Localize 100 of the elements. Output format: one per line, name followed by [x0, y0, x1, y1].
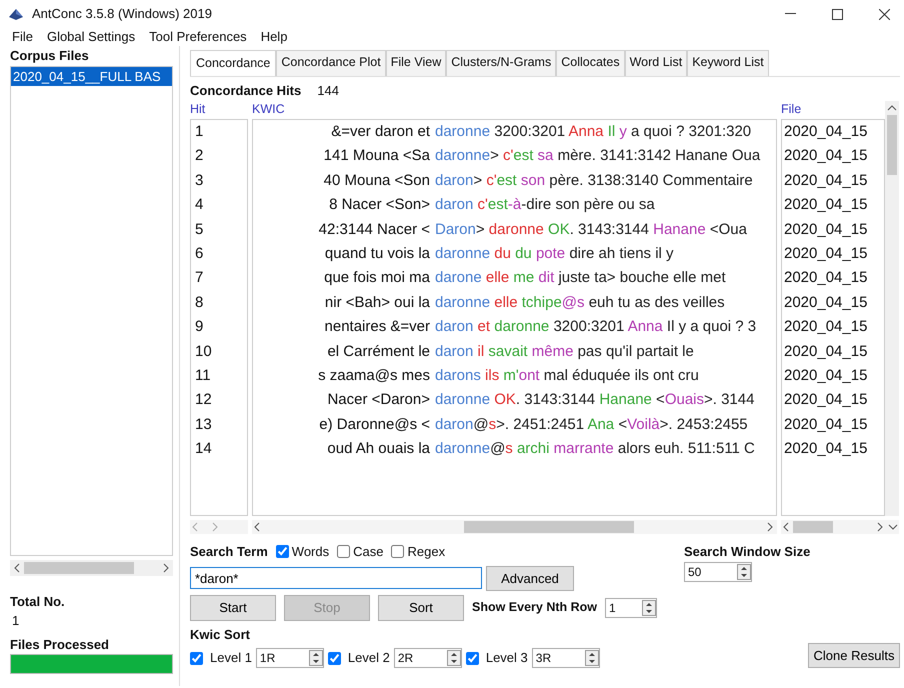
level-spinbox[interactable]: 2R [394, 648, 462, 668]
search-field[interactable]: *daron* [190, 567, 482, 590]
file-cell-text: 2020_04_15 [783, 170, 868, 191]
panel-title: Corpus Files [10, 47, 90, 65]
hit-number: 6 [194, 244, 204, 264]
scrollbar-thumb[interactable] [887, 115, 897, 175]
kwic-sort-label: Kwic Sort [190, 626, 251, 644]
kwic-line[interactable]: 141 Mouna <Sa daronne> c'est sa mère. 3141:3142 Hanane Oua [253, 144, 776, 169]
window-size-spinbox[interactable]: 50 [684, 562, 752, 582]
search-term-label: Search Term [190, 543, 268, 561]
file-cell-text: 2020_04_15 [783, 390, 868, 410]
menu-item[interactable]: File [12, 27, 33, 47]
kwic-line[interactable]: Nacer <Daron> daronne OK. 3143:3144 Hanane <Ouais>. 3144 [253, 388, 776, 413]
hit-number: 12 [194, 390, 213, 410]
menu-item[interactable]: Global Settings [46, 27, 136, 47]
action-button[interactable]: Start [190, 595, 276, 620]
minimize-icon[interactable] [785, 13, 796, 15]
hit-number: 11 [194, 366, 212, 386]
advanced-button[interactable]: Advanced [486, 566, 574, 591]
spinner-arrows-icon[interactable] [446, 650, 461, 666]
file-cell-text: 2020_04_15 [783, 414, 868, 435]
spinner-arrows-icon[interactable] [308, 650, 323, 666]
menu-item[interactable]: Help [260, 27, 288, 47]
maximize-icon[interactable] [832, 8, 843, 20]
horizontal-scrollbar[interactable] [781, 520, 899, 534]
column-header[interactable]: KWIC [252, 100, 777, 119]
window-size-label: Search Window Size [684, 543, 812, 561]
hit-number: 2 [194, 146, 204, 166]
hit-number: 3 [194, 170, 204, 191]
hit-number: 1 [194, 122, 204, 142]
hit-number: 4 [194, 195, 204, 216]
file-cell-text: 2020_04_15 [783, 317, 868, 338]
hit-number: 8 [194, 292, 204, 313]
file-cell-text: 2020_04_15 [783, 220, 868, 240]
horizontal-scrollbar[interactable] [252, 520, 777, 534]
level-spinbox[interactable]: 1R [256, 648, 324, 668]
spinner-arrows-icon[interactable] [642, 600, 656, 616]
horizontal-scrollbar[interactable] [10, 560, 173, 576]
column-header[interactable]: File [781, 100, 885, 119]
files-processed-label: Files Processed [10, 636, 110, 654]
kwic-line[interactable]: quand tu vois la daronne du du pote dire ah tiens il y [253, 242, 776, 266]
kwic-line[interactable]: s zaama@s mes darons ils m'ont mal éduquée ils ont cru [253, 364, 776, 388]
hit-number: 10 [194, 342, 213, 362]
file-cell-text: 2020_04_15 [783, 366, 868, 386]
window-title: AntConc 3.5.8 (Windows) 2019 [32, 5, 212, 24]
tab[interactable]: Clusters/N-Grams [446, 50, 556, 76]
hit-number: 14 [194, 439, 213, 460]
scroll-down-icon[interactable] [887, 522, 899, 532]
hits-label: Concordance Hits [190, 82, 302, 100]
vertical-scrollbar[interactable] [885, 101, 899, 516]
kwic-line[interactable]: 42:3144 Nacer < Daron> daronne OK. 3143:3144 Hanane <Oua [253, 218, 776, 242]
tab[interactable]: Keyword List [687, 50, 769, 76]
checkbox[interactable] [190, 652, 203, 664]
close-icon[interactable] [879, 8, 890, 20]
file-cell-text: 2020_04_15 [783, 244, 868, 264]
spinner-arrows-icon[interactable] [737, 564, 751, 580]
app-icon [8, 7, 24, 21]
kwic-line[interactable]: &=ver daron et daronne 3200:3201 Anna Il y a quoi ? 3201:320 [253, 120, 776, 144]
kwic-line[interactable]: oud Ah ouais la daronne@s archi marrante alors euh. 511:511 C [253, 437, 776, 462]
kwic-line[interactable]: nentaires &=ver daron et daronne 3200:3201 Anna Il y a quoi ? 3 [253, 315, 776, 340]
kwic-line[interactable]: e) Daronne@s < daron@s>. 2451:2451 Ana <Voilà>. 2453:2455 [253, 412, 776, 438]
tab[interactable]: File View [386, 50, 446, 76]
menu-item[interactable]: Tool Preferences [149, 27, 247, 47]
level-label: Level 1 [210, 649, 252, 668]
tab[interactable]: Concordance [190, 50, 276, 76]
kwic-line[interactable]: nir <Bah> oui la daronne elle tchipe@s euh tu as des veilles [253, 290, 776, 316]
checkbox-label: Words [292, 543, 330, 561]
checkbox-label: Case [353, 543, 384, 561]
kwic-line[interactable]: que fois moi ma darone elle me dit juste ta> bouche elle met [253, 266, 776, 291]
kwic-line[interactable]: 40 Mouna <Son daron> c'est son père. 3138:3140 Commentaire [253, 168, 776, 194]
tab[interactable]: Collocates [556, 50, 625, 76]
action-button[interactable]: Sort [378, 595, 464, 620]
checkbox[interactable] [328, 652, 341, 664]
file-cell-text: 2020_04_15 [783, 195, 868, 216]
level-spinbox[interactable]: 3R [532, 648, 600, 668]
column-header[interactable]: Hit [190, 100, 248, 119]
tab[interactable]: Word List [624, 50, 688, 76]
tab[interactable]: Concordance Plot [276, 50, 386, 76]
scrollbar-thumb[interactable] [793, 521, 833, 533]
scrollbar-thumb[interactable] [24, 562, 134, 574]
level-label: Level 3 [486, 649, 528, 668]
hits-count: 144 [317, 82, 339, 100]
hit-number: 9 [194, 317, 204, 338]
checkbox[interactable] [466, 652, 479, 664]
checkbox[interactable] [391, 545, 404, 558]
level-label: Level 2 [348, 649, 390, 668]
file-cell-text: 2020_04_15 [783, 292, 868, 313]
spinner-arrows-icon[interactable] [584, 650, 599, 666]
file-cell-text: 2020_04_15 [783, 439, 868, 460]
checkbox[interactable] [276, 545, 289, 558]
hit-number: 5 [194, 220, 204, 240]
corpus-file-item[interactable]: 2020_04_15__FULL BAS [11, 66, 172, 86]
clone-results-button[interactable]: Clone Results [808, 642, 900, 668]
file-cell-text: 2020_04_15 [783, 146, 868, 166]
scrollbar-thumb[interactable] [464, 521, 634, 533]
kwic-line[interactable]: 8 Nacer <Son> daron c'est-à-dire son père ou sa [253, 193, 776, 218]
checkbox[interactable] [337, 545, 350, 558]
nth-row-label: Show Every Nth Row [472, 599, 598, 616]
kwic-line[interactable]: el Carrément le daron il savait même pas qu'il partait le [253, 340, 776, 364]
nth-row-spinbox[interactable]: 1 [605, 598, 658, 618]
